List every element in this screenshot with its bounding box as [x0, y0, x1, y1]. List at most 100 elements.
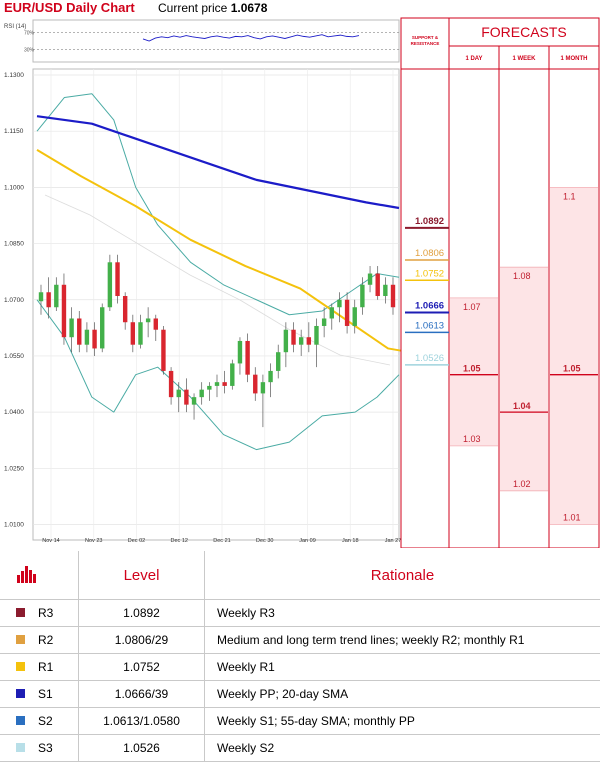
rsi-tick-label: 70% [24, 31, 35, 37]
candle-body [207, 386, 211, 390]
forecast-bottom-value: 1.02 [513, 479, 531, 489]
chart-area: EUR/USD Daily Chart Current price 1.0678… [0, 0, 600, 548]
candle-body [391, 285, 395, 307]
candle-body [131, 322, 135, 344]
y-tick-label: 1.1300 [4, 72, 24, 79]
x-tick-label: Dec 02 [128, 538, 145, 544]
forecast-bottom-value: 1.01 [563, 513, 581, 523]
x-tick-label: Jan 18 [342, 538, 359, 544]
candle-body [299, 337, 303, 344]
candle-body [337, 300, 341, 307]
candle-body [92, 330, 96, 349]
forecasts-title: FORECASTS [481, 24, 567, 40]
level-name: S2 [38, 708, 79, 735]
candle-body [222, 382, 226, 386]
table-row: R31.0892Weekly R3 [0, 600, 600, 627]
candle-body [307, 337, 311, 344]
y-tick-label: 1.0250 [4, 465, 24, 472]
forecast-bottom-value: 1.03 [463, 434, 481, 444]
x-tick-label: Dec 21 [213, 538, 230, 544]
y-tick-label: 1.0100 [4, 522, 24, 529]
level-name: S1 [38, 681, 79, 708]
level-rationale: Weekly S1; 55-day SMA; monthly PP [205, 708, 600, 735]
level-rationale: Weekly R3 [205, 600, 600, 627]
candle-body [230, 363, 234, 385]
header-level: Level [79, 551, 205, 600]
candle-body [276, 352, 280, 371]
candle-body [253, 375, 257, 394]
level-swatch-cell [0, 708, 38, 735]
candle-body [192, 397, 196, 404]
x-tick-label: Dec 30 [256, 538, 273, 544]
level-label: 1.0666 [415, 300, 444, 311]
candle-body [238, 341, 242, 363]
candle-body [199, 390, 203, 397]
level-label: 1.0613 [415, 320, 444, 331]
candle-body [39, 292, 43, 301]
candle-body [353, 307, 357, 326]
candle-body [261, 382, 265, 393]
level-value: 1.0806/29 [79, 627, 205, 654]
candle-body [314, 326, 318, 345]
candle-body [177, 390, 181, 397]
level-label: 1.0806 [415, 248, 444, 259]
x-tick-label: Jan 09 [299, 538, 316, 544]
forecast-column-header: 1 DAY [465, 56, 482, 62]
candle-body [123, 296, 127, 322]
level-swatch-cell [0, 735, 38, 762]
candle-body [330, 307, 334, 318]
level-value: 1.0526 [79, 735, 205, 762]
candle-body [108, 262, 112, 307]
forecast-band [550, 187, 598, 524]
candle-body [46, 292, 50, 307]
forecast-top-value: 1.1 [563, 191, 576, 201]
header-rationale: Rationale [205, 551, 600, 600]
sr-label: SUPPORT & [412, 35, 439, 40]
level-value: 1.0613/1.0580 [79, 708, 205, 735]
level-value: 1.0666/39 [79, 681, 205, 708]
level-rationale: Weekly S2 [205, 735, 600, 762]
forecast-column-header: 1 WEEK [512, 56, 536, 62]
level-rationale: Medium and long term trend lines; weekly… [205, 627, 600, 654]
candle-body [77, 318, 81, 344]
level-color-swatch [16, 608, 25, 617]
candle-body [169, 371, 173, 397]
candle-body [383, 285, 387, 296]
candle-body [375, 274, 379, 296]
rsi-tick-label: 30% [24, 47, 35, 53]
candle-body [184, 390, 188, 405]
candle-body [245, 341, 249, 375]
level-name: R1 [38, 654, 79, 681]
x-tick-label: Jan 27 [385, 538, 402, 544]
levels-table-header: Level Rationale [0, 551, 600, 600]
level-swatch-cell [0, 600, 38, 627]
forecast-column-header: 1 MONTH [561, 56, 588, 62]
level-swatch-cell [0, 681, 38, 708]
level-value: 1.0752 [79, 654, 205, 681]
level-label: 1.0892 [415, 216, 444, 227]
candle-body [345, 300, 349, 326]
candle-body [146, 318, 150, 322]
y-tick-label: 1.1150 [4, 128, 24, 135]
candle-body [291, 330, 295, 345]
bars-icon-cell [0, 551, 38, 600]
level-rationale: Weekly PP; 20-day SMA [205, 681, 600, 708]
chart-svg: RSI (14)70%30%1.13001.11501.10001.08501.… [0, 0, 600, 548]
candle-body [322, 318, 326, 325]
forecast-mid-value: 1.05 [563, 364, 581, 374]
candle-body [161, 330, 165, 371]
candle-body [215, 382, 219, 386]
forecast-mid-value: 1.05 [463, 364, 481, 374]
forecast-top-value: 1.07 [463, 302, 481, 312]
level-label: 1.0752 [415, 268, 444, 279]
x-tick-label: Nov 23 [85, 538, 102, 544]
level-swatch-cell [0, 654, 38, 681]
candle-body [62, 285, 66, 337]
table-row: S31.0526Weekly S2 [0, 735, 600, 762]
level-color-swatch [16, 743, 25, 752]
level-value: 1.0892 [79, 600, 205, 627]
level-color-swatch [16, 716, 25, 725]
level-label: 1.0526 [415, 353, 444, 364]
candle-body [54, 285, 58, 307]
table-row: R11.0752Weekly R1 [0, 654, 600, 681]
